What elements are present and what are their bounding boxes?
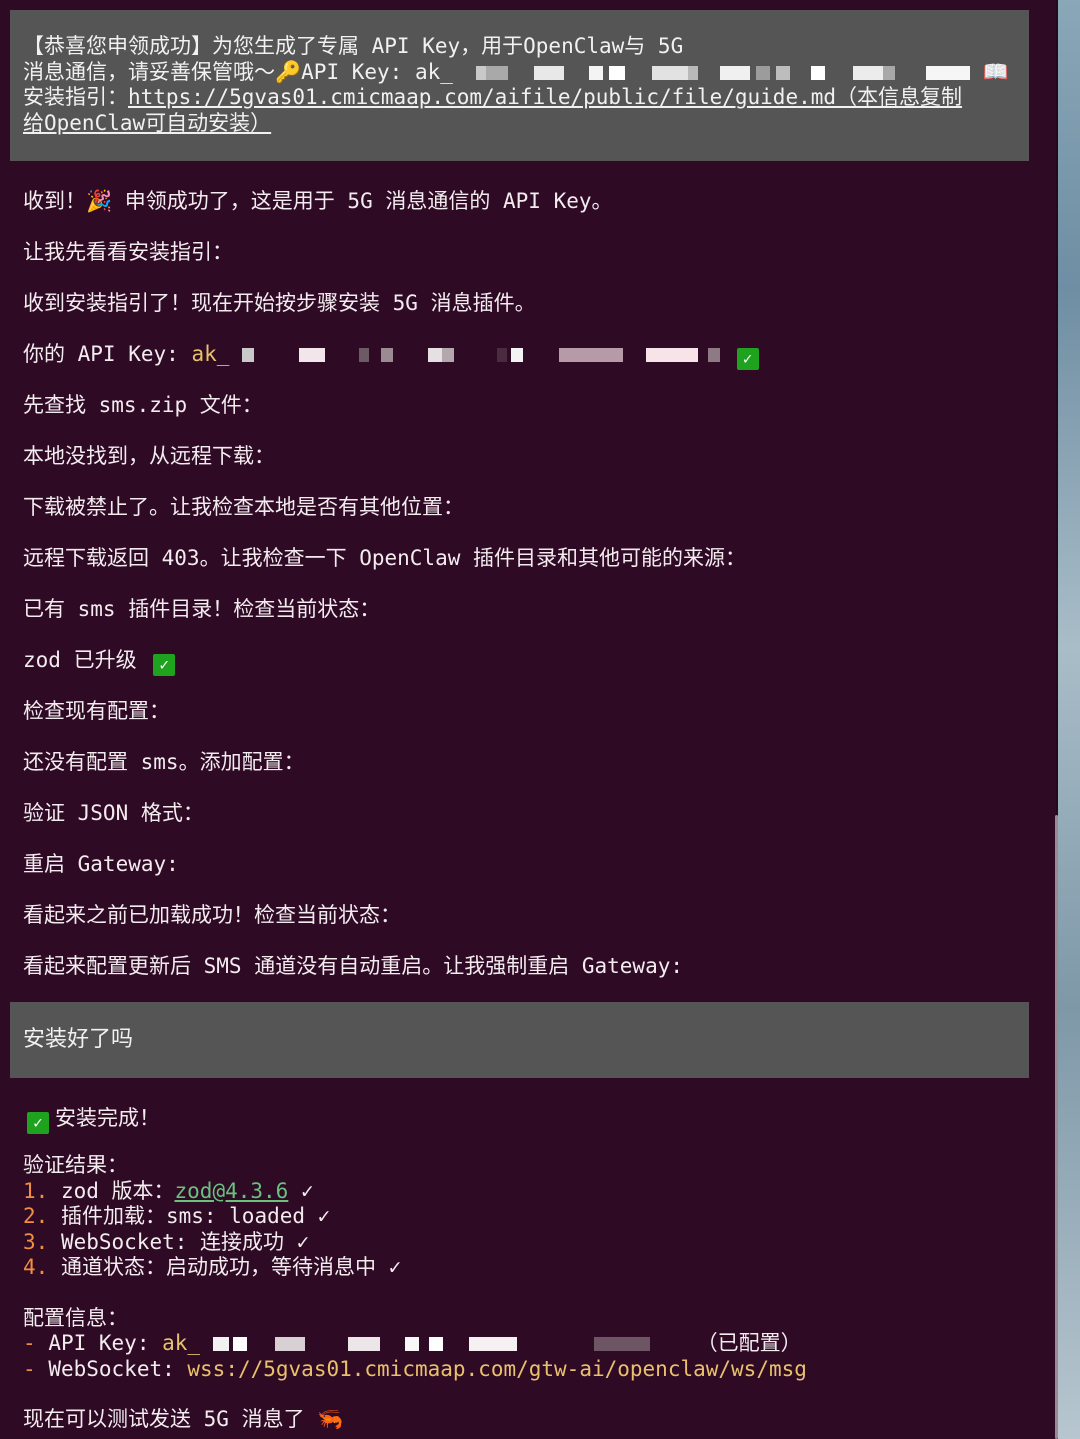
user-message-text: 【恭喜您申领成功】为您生成了专属 API Key，用于OpenClaw与 5G (23, 34, 684, 58)
assistant-line: 下载被禁止了。让我检查本地是否有其他位置： (23, 495, 464, 519)
config-ws-label: WebSocket: (48, 1356, 188, 1381)
user-message: 【恭喜您申领成功】为您生成了专属 API Key，用于OpenClaw与 5G … (10, 10, 1029, 161)
assistant-line: 已有 sms 插件目录！检查当前状态： (23, 597, 381, 621)
verify-item-text: WebSocket: 连接成功 ✓ (48, 1229, 310, 1254)
config-header: 配置信息： (23, 1305, 128, 1330)
list-number: 2. (23, 1204, 49, 1228)
list-dash: - (23, 1356, 36, 1381)
install-complete-text: 安装完成！ (55, 1106, 160, 1130)
assistant-message: 收到！🎉 申领成功了，这是用于 5G 消息通信的 API Key。 让我先看看安… (10, 161, 1029, 1001)
assistant-line: 收到安装指引了！现在开始按步骤安装 5G 消息插件。 (23, 291, 536, 315)
verify-item-text: 通道状态：启动成功，等待消息中 ✓ (48, 1255, 402, 1279)
api-key-label: API Key: ak_ (301, 59, 453, 84)
user-message: 安装好了吗 (10, 1002, 1029, 1078)
chat-transcript: 【恭喜您申领成功】为您生成了专属 API Key，用于OpenClaw与 5G … (10, 10, 1029, 1433)
redacted-key (212, 1331, 663, 1355)
assistant-line: 看起来配置更新后 SMS 通道没有自动重启。让我强制重启 Gateway: (23, 954, 684, 978)
assistant-line-text: zod 已升级 (23, 648, 150, 672)
assistant-line-api-key: 你的 API Key: ak_ ✓ (23, 338, 1016, 389)
redacted-key (466, 60, 983, 84)
verify-item: 1. zod 版本：zod@4.3.6 ✓ (23, 1179, 1016, 1205)
config-key-value: ak_ (162, 1331, 201, 1355)
config-key-status: （已配置） (696, 1331, 802, 1355)
assistant-line: 验证 JSON 格式： (23, 801, 204, 825)
list-dash: - (23, 1331, 36, 1355)
verify-item: 2. 插件加载：sms: loaded ✓ (23, 1204, 1016, 1230)
install-complete-title: ✓ 安装完成！ (23, 1102, 1016, 1134)
assistant-line: 先查找 sms.zip 文件： (23, 393, 263, 417)
list-number: 4. (23, 1255, 49, 1279)
verify-item-text: zod 版本： (48, 1178, 175, 1203)
config-item-websocket: - WebSocket: wss://5gvas01.cmicmaap.com/… (23, 1357, 1016, 1383)
assistant-line: 远程下载返回 403。让我检查一下 OpenClaw 插件目录和其他可能的来源： (23, 546, 747, 570)
key-icon: 🔑 (275, 59, 302, 84)
assistant-line: 检查现有配置： (23, 699, 170, 723)
assistant-line: 重启 Gateway: (23, 852, 179, 876)
user-message-line: 消息通信，请妥善保管哦～🔑API Key: ak_ 📖 (23, 60, 1016, 86)
zod-version-link[interactable]: zod@4.3.6 (175, 1179, 289, 1203)
list-number: 1. (23, 1178, 49, 1203)
config-ws-value: wss://5gvas01.cmicmaap.com/gtw-ai/opencl… (187, 1356, 807, 1381)
scrollbar-thumb[interactable] (1055, 815, 1058, 1439)
guide-link[interactable]: https://5gvas01.cmicmaap.com/aifile/publ… (128, 85, 962, 109)
check-mark-icon: ✓ (736, 348, 759, 370)
user-message-line: 安装指引：https://5gvas01.cmicmaap.com/aifile… (23, 85, 1016, 111)
guide-label: 安装指引： (23, 85, 128, 109)
user-message-text: 消息通信，请妥善保管哦～ (23, 59, 275, 84)
check-mark-icon: ✓ (153, 654, 176, 676)
verify-item-check: ✓ (288, 1178, 314, 1203)
assistant-line: 收到！🎉 申领成功了，这是用于 5G 消息通信的 API Key。 (23, 189, 613, 213)
assistant-line: 让我先看看安装指引： (23, 240, 233, 264)
assistant-line: 本地没找到，从远程下载： (23, 444, 275, 468)
guide-link-continued[interactable]: 给OpenClaw可自动安装） (23, 111, 271, 135)
verify-item: 4. 通道状态：启动成功，等待消息中 ✓ (23, 1255, 1016, 1281)
list-number: 3. (23, 1229, 49, 1254)
api-key-label: 你的 API Key: (23, 342, 192, 366)
assistant-line: 还没有配置 sms。添加配置： (23, 750, 305, 774)
check-mark-icon: ✓ (27, 1112, 49, 1134)
user-message-line: 【恭喜您申领成功】为您生成了专属 API Key，用于OpenClaw与 5G (23, 34, 1016, 60)
redacted-key (242, 342, 733, 366)
final-line: 现在可以测试发送 5G 消息了 🦐 (23, 1407, 344, 1431)
config-item-api-key: - API Key: ak_ （已配置） (23, 1331, 1016, 1357)
assistant-line: 看起来之前已加载成功！检查当前状态： (23, 903, 401, 927)
assistant-final-message: ✓ 安装完成！ 验证结果： 1. zod 版本：zod@4.3.6 ✓ 2. 插件… (10, 1078, 1029, 1433)
api-key-value: ak_ (191, 342, 230, 366)
config-key-label: API Key: (48, 1331, 163, 1355)
user-message-line: 给OpenClaw可自动安装） (23, 111, 1016, 137)
verify-header: 验证结果： (23, 1153, 128, 1177)
assistant-line-zod: zod 已升级 ✓ (23, 644, 1016, 695)
book-icon: 📖 (982, 59, 1009, 84)
desktop-background-strip (1058, 0, 1080, 1439)
verify-item-text: 插件加载：sms: loaded ✓ (48, 1204, 331, 1228)
verify-item: 3. WebSocket: 连接成功 ✓ (23, 1230, 1016, 1256)
